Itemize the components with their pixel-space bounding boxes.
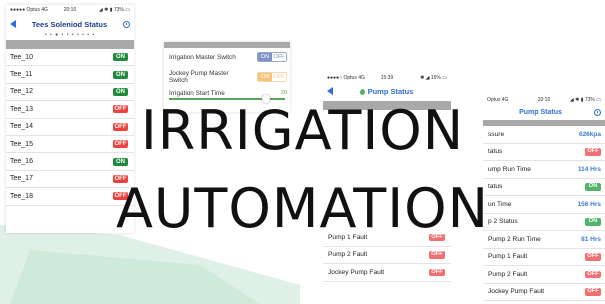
- off-status-badge: OFF: [585, 270, 601, 278]
- off-status-badge: OFF: [585, 253, 601, 261]
- on-status-badge: ON: [113, 87, 128, 96]
- row-label: Tee_12: [10, 88, 33, 96]
- jockey-pump-master-switch-toggle[interactable]: ON OFF: [257, 72, 287, 82]
- list-item: Jockey Pump Fault OFF: [483, 284, 605, 301]
- carrier-label: ●●●●○ Optus 4G: [327, 75, 365, 81]
- irrigation-start-time-label: Irrigation Start Time: [169, 89, 225, 97]
- status-bar: ●●●●○ Optus 4G 15:39 ✱ ◢ 16% ▭: [323, 73, 451, 83]
- page-title: Pump Status: [333, 87, 440, 96]
- off-status-badge: OFF: [429, 268, 445, 276]
- row-label: Tee_11: [10, 71, 33, 79]
- irrigation-master-switch-label: Irrigation Master Switch: [169, 53, 236, 61]
- toggle-on-option[interactable]: ON: [258, 73, 272, 81]
- status-bar: ●●●●● Optus 4G 20:10 ◢ ✱ ▮ 73% ▭: [6, 5, 134, 15]
- list-item: Tee_11 ON: [6, 66, 134, 84]
- row-label: Tee_10: [10, 53, 33, 61]
- toggle-on-option[interactable]: ON: [258, 53, 272, 61]
- list-item: Jockey Pump Fault OFF: [323, 264, 451, 282]
- battery-label: ◢ ✱ ▮ 73% ▭: [98, 7, 130, 13]
- row-label: Tee_16: [10, 158, 33, 166]
- clock-icon[interactable]: [123, 20, 130, 28]
- row-label: Pump 2 Run Time: [488, 235, 541, 243]
- page-title: Tees Soleniod Status: [31, 19, 108, 29]
- toggle-off-option[interactable]: OFF: [272, 53, 286, 61]
- on-status-badge: ON: [113, 157, 128, 166]
- headline-line-2: AUTOMATION: [115, 177, 490, 240]
- battery-label: ✱ ◢ 16% ▭: [420, 75, 447, 81]
- list-item: Tee_10 ON: [6, 49, 134, 67]
- irrigation-master-switch-row: Irrigation Master Switch ON OFF: [164, 48, 290, 66]
- list-item: Pump 1 Fault OFF: [483, 249, 605, 266]
- irrigation-start-time-value: 20: [280, 90, 287, 96]
- headline-line-1: IRRIGATION: [140, 99, 465, 162]
- list-item: Pump 2 Fault OFF: [323, 247, 451, 264]
- toggle-off-option[interactable]: OFF: [272, 73, 286, 81]
- irrigation-master-switch-toggle[interactable]: ON OFF: [257, 52, 287, 62]
- jockey-pump-master-switch-row: Jockey Pump Master Switch ON OFF: [164, 66, 290, 88]
- section-header-bar: [6, 40, 134, 49]
- list-item: Pump 2 Fault OFF: [483, 266, 605, 284]
- jockey-pump-master-switch-label: Jockey Pump Master Switch: [169, 70, 229, 84]
- carrier-label: Optus 4G: [487, 97, 509, 103]
- row-value: 81 Hrs: [581, 235, 601, 243]
- clock-label: 20:10: [63, 7, 77, 13]
- row-label: Pump 1 Fault: [488, 253, 528, 261]
- battery-label: ◢ ✱ ▮ 73% ▭: [569, 97, 601, 103]
- page-indicator[interactable]: • • ● • • • • • • •: [6, 33, 134, 38]
- nav-bar: Tees Soleniod Status: [6, 15, 134, 33]
- carrier-label: ●●●●● Optus 4G: [10, 7, 48, 13]
- row-label: Pump 2 Fault: [488, 270, 528, 278]
- list-item: ump Run Time 114 Hrs: [483, 161, 605, 179]
- water-drop-icon: [359, 88, 365, 95]
- on-status-badge: ON: [113, 70, 128, 79]
- clock-label: 20:10: [537, 97, 551, 103]
- off-status-badge: OFF: [429, 251, 445, 259]
- off-status-badge: OFF: [585, 288, 601, 296]
- row-value: 114 Hrs: [577, 165, 601, 173]
- irrigation-start-time-row: Irrigation Start Time 20: [164, 88, 290, 98]
- list-item: Tee_12 ON: [6, 84, 134, 102]
- row-label: Jockey Pump Fault: [328, 268, 385, 276]
- on-status-badge: ON: [113, 53, 128, 62]
- clock-label: 15:39: [380, 75, 394, 81]
- row-label: Pump 2 Fault: [328, 251, 368, 259]
- row-label: ump Run Time: [488, 165, 531, 173]
- row-label: Jockey Pump Fault: [488, 288, 545, 296]
- nav-bar: Pump Status: [323, 83, 451, 99]
